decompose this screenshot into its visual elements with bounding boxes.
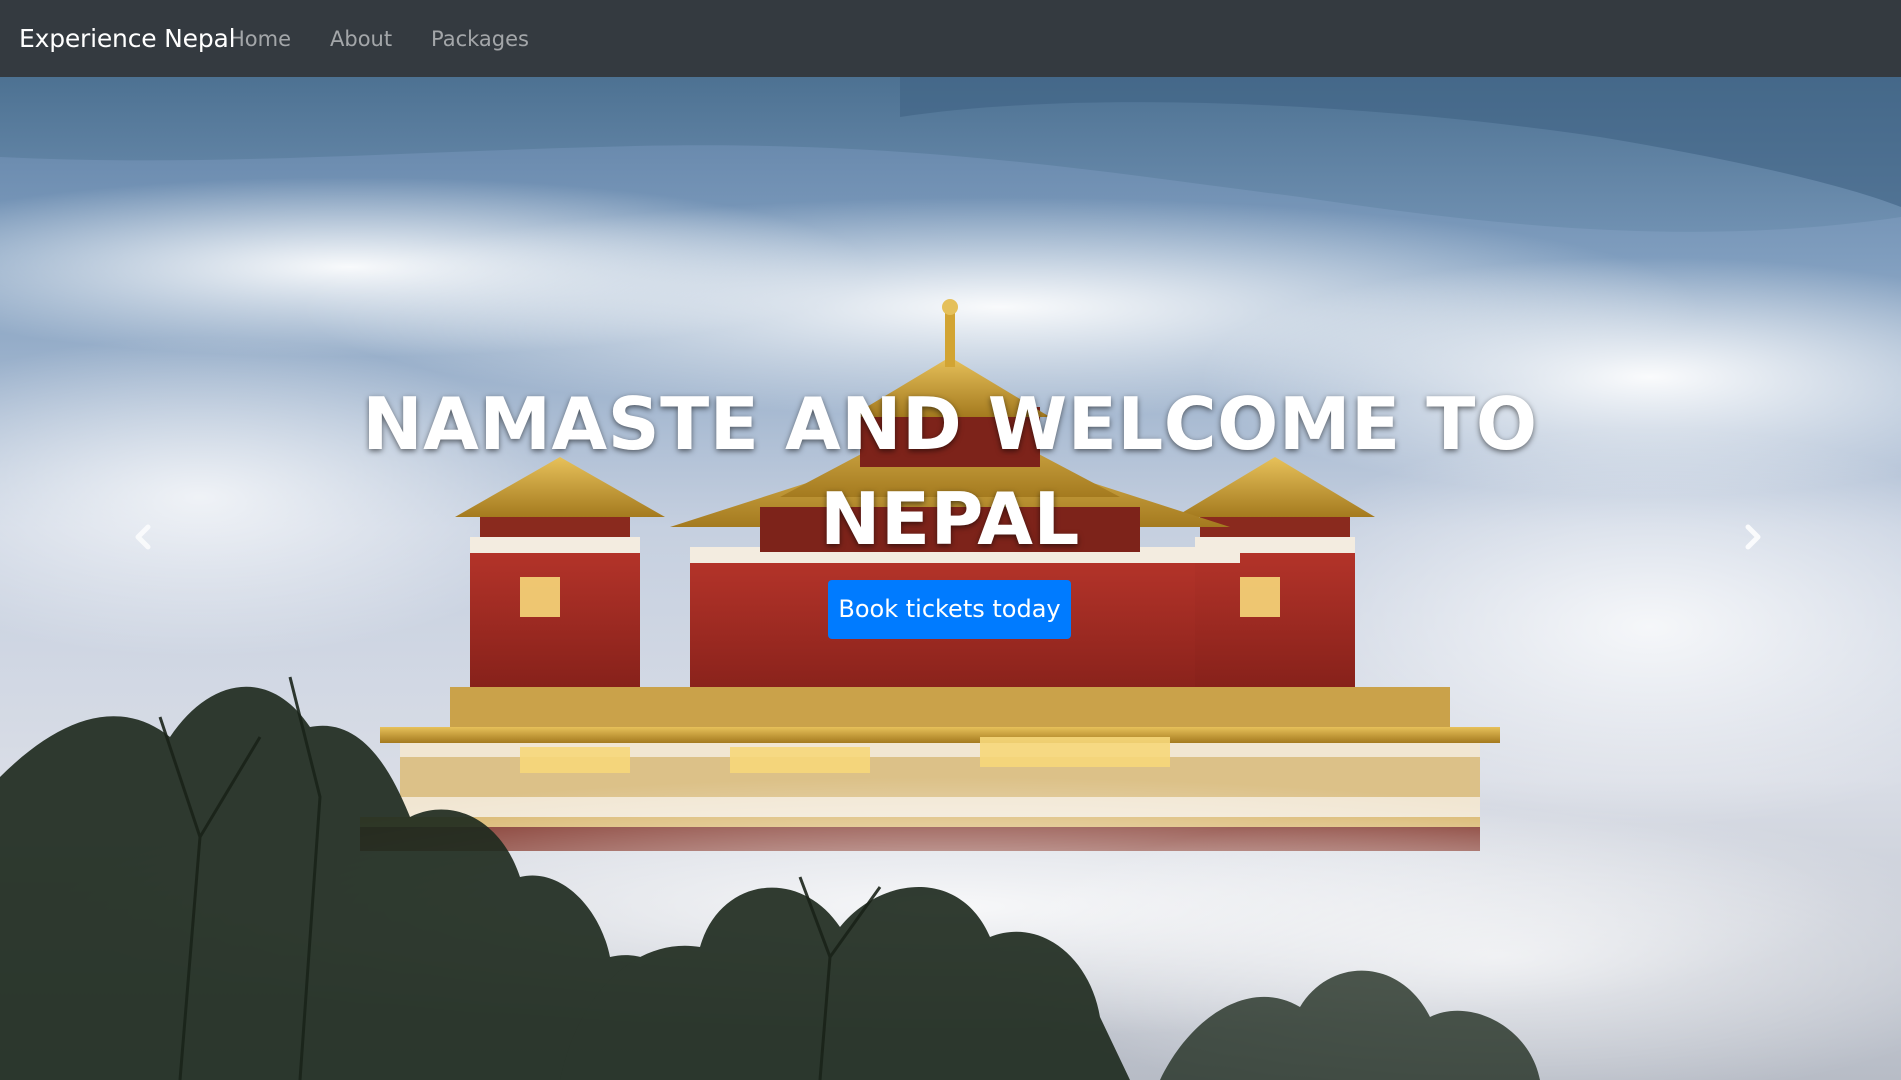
top-navbar: Experience Nepal Home About Packages <box>0 0 1901 77</box>
nav-link-about[interactable]: About <box>330 0 392 77</box>
book-tickets-button[interactable]: Book tickets today <box>828 580 1071 639</box>
hero-background-image <box>0 77 1901 1080</box>
nav-link-packages[interactable]: Packages <box>431 0 529 77</box>
chevron-right-icon <box>1745 524 1761 550</box>
carousel-next-control[interactable] <box>1724 507 1784 567</box>
hero-headline: NAMASTE AND WELCOME TO NEPAL <box>362 382 1538 561</box>
hero-carousel: NAMASTE AND WELCOME TO NEPAL Book ticket… <box>0 77 1901 1080</box>
chevron-left-icon <box>135 524 151 550</box>
carousel-prev-control[interactable] <box>112 507 172 567</box>
brand-link[interactable]: Experience Nepal <box>19 0 236 77</box>
nav-link-home[interactable]: Home <box>229 0 291 77</box>
